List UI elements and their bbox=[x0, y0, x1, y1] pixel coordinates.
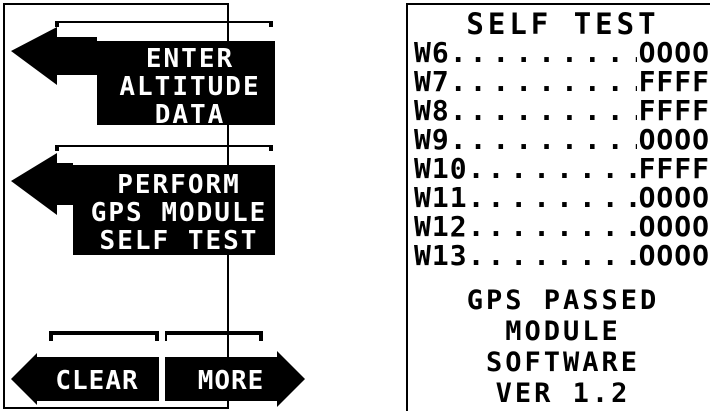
test-row-label: W12. bbox=[414, 210, 486, 243]
test-row-label: W9. bbox=[414, 123, 468, 156]
status-line: SOFTWARE bbox=[485, 347, 641, 378]
test-row: W9. ........ OOOO bbox=[414, 125, 710, 154]
softkey-label: PERFORM GPS MODULE SELF TEST bbox=[90, 170, 268, 256]
self-test-screen: SELF TEST W6. ........ OOOO W7. ........… bbox=[406, 3, 710, 411]
test-row-value: OOOO bbox=[638, 239, 710, 272]
test-row: W12. ........ OOOO bbox=[414, 212, 710, 241]
test-row-value: OOOO bbox=[638, 210, 710, 243]
dot-leader: ........ bbox=[469, 67, 637, 96]
dot-leader: ........ bbox=[487, 154, 636, 183]
status-line: MODULE bbox=[505, 316, 621, 347]
dot-leader: ........ bbox=[487, 241, 636, 270]
test-row-value: OOOO bbox=[638, 36, 710, 69]
test-row: W7. ........ FFFF bbox=[414, 67, 710, 96]
more-softkey[interactable]: MORE bbox=[165, 331, 305, 407]
clear-softkey[interactable]: CLEAR bbox=[11, 331, 161, 407]
softkey-screen: ENTER ALTITUDE DATA PERFORM GPS MODULE S… bbox=[3, 3, 305, 409]
enter-altitude-data-softkey[interactable]: ENTER ALTITUDE DATA bbox=[11, 21, 277, 129]
dot-leader: ........ bbox=[487, 183, 636, 212]
gps-status-message: GPS PASSED MODULE SOFTWARE VER 1.2 bbox=[418, 285, 708, 409]
test-row: W10. ........ FFFF bbox=[414, 154, 710, 183]
test-row-label: W8. bbox=[414, 94, 468, 127]
test-row-value: OOOO bbox=[638, 123, 710, 156]
test-row-label: W6. bbox=[414, 36, 468, 69]
test-row: W11. ........ OOOO bbox=[414, 183, 710, 212]
test-row-value: FFFF bbox=[638, 152, 710, 185]
self-test-results: W6. ........ OOOO W7. ........ FFFF W8. … bbox=[414, 38, 710, 270]
softkey-label: CLEAR bbox=[55, 366, 139, 396]
test-row: W8. ........ FFFF bbox=[414, 96, 710, 125]
test-row-label: W7. bbox=[414, 65, 468, 98]
softkey-label: ENTER ALTITUDE DATA bbox=[119, 44, 261, 130]
self-test-title: SELF TEST bbox=[466, 7, 660, 41]
test-row: W6. ........ OOOO bbox=[414, 38, 710, 67]
perform-gps-self-test-softkey[interactable]: PERFORM GPS MODULE SELF TEST bbox=[11, 145, 277, 259]
dot-leader: ........ bbox=[469, 125, 637, 154]
test-row-label: W10. bbox=[414, 152, 486, 185]
status-line: GPS PASSED bbox=[466, 285, 660, 316]
status-line: VER 1.2 bbox=[495, 378, 631, 409]
softkey-label: MORE bbox=[197, 366, 265, 396]
dot-leader: ........ bbox=[469, 38, 637, 67]
test-row-value: FFFF bbox=[638, 94, 710, 127]
test-row: W13. ........ OOOO bbox=[414, 241, 710, 270]
test-row-value: OOOO bbox=[638, 181, 710, 214]
test-row-value: FFFF bbox=[638, 65, 710, 98]
dot-leader: ........ bbox=[469, 96, 637, 125]
test-row-label: W13. bbox=[414, 239, 486, 272]
test-row-label: W11. bbox=[414, 181, 486, 214]
dot-leader: ........ bbox=[487, 212, 636, 241]
